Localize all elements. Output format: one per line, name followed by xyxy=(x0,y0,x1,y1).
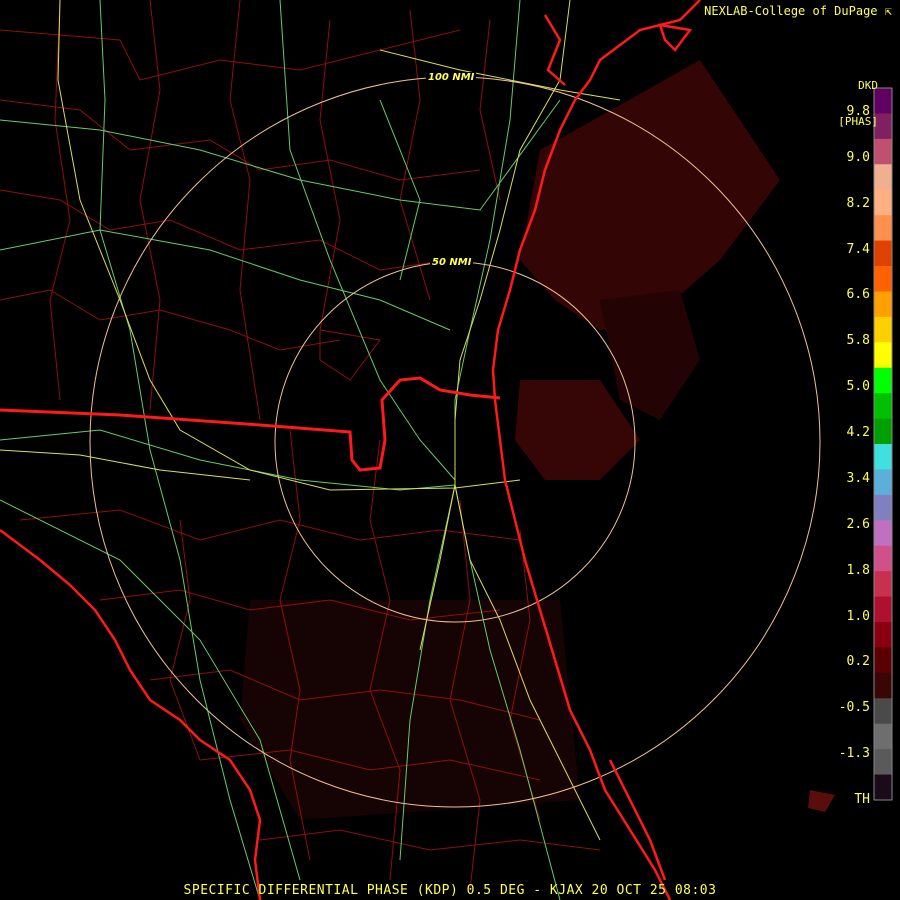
color-scale-tick: 8.2 xyxy=(846,195,870,211)
color-scale-swatch xyxy=(874,469,892,496)
color-scale-tick: 1.8 xyxy=(846,562,870,578)
color-scale-tick: 3.4 xyxy=(846,470,870,486)
product-footer: SPECIFIC DIFFERENTIAL PHASE (KDP) 0.5 DE… xyxy=(183,883,717,898)
color-scale-swatch xyxy=(874,698,892,725)
color-scale-tick: 1.0 xyxy=(846,608,870,624)
product-code-label: DKD xyxy=(858,79,878,92)
color-scale-swatch xyxy=(874,774,892,801)
color-scale-tick: 5.8 xyxy=(846,333,870,349)
color-scale-swatch xyxy=(874,342,892,369)
color-scale-tick: TH xyxy=(854,792,870,807)
color-scale-swatch xyxy=(874,494,892,521)
color-scale-swatch xyxy=(874,723,892,750)
color-scale-swatch xyxy=(874,138,892,165)
color-scale-swatch xyxy=(874,596,892,623)
color-scale-swatch xyxy=(874,672,892,699)
radar-map xyxy=(0,0,900,900)
color-scale-swatch xyxy=(874,164,892,191)
color-scale-tick: 4.2 xyxy=(846,425,870,441)
color-scale-tick: 5.0 xyxy=(846,379,870,395)
color-scale-swatch xyxy=(874,240,892,267)
color-scale-tick: 6.6 xyxy=(846,287,870,303)
range-ring-label-50: 50 NMI xyxy=(430,257,474,268)
credit-label: NEXLAB-College of DuPage ⇱ xyxy=(704,4,892,18)
color-scale-tick: 9.8 xyxy=(846,104,870,119)
color-scale-bar xyxy=(873,87,893,801)
color-scale-swatch xyxy=(874,393,892,420)
color-scale-swatch xyxy=(874,215,892,242)
color-scale-swatch xyxy=(874,571,892,598)
color-scale-labels: 9.8 9.0 8.2 7.4 6.6 5.8 5.0 4.2 3.4 2.6 1.8 1.0 0.2 -… xyxy=(830,104,870,807)
color-scale-swatch xyxy=(874,520,892,547)
corner-arrow-icon: ⇱ xyxy=(884,4,892,18)
color-scale-swatch xyxy=(874,189,892,216)
color-scale-swatch xyxy=(874,316,892,343)
color-scale-tick: 0.2 xyxy=(846,654,870,670)
color-scale-tick: -1.3 xyxy=(838,746,870,762)
color-scale-swatch xyxy=(874,622,892,648)
color-scale-swatch xyxy=(874,291,892,318)
color-scale-tick: 9.0 xyxy=(846,149,870,165)
color-scale-tick: 2.6 xyxy=(846,516,870,532)
range-ring-label-100: 100 NMI xyxy=(426,72,477,83)
color-scale-tick: 7.4 xyxy=(846,241,870,257)
color-scale-swatch xyxy=(874,545,892,572)
color-scale-swatch xyxy=(874,266,892,292)
color-scale-swatch xyxy=(874,647,892,674)
color-scale-tick: -0.5 xyxy=(838,700,870,716)
color-scale-swatch xyxy=(874,418,892,445)
color-scale-swatch xyxy=(874,367,892,394)
color-scale-swatch xyxy=(874,749,892,776)
color-scale-swatch xyxy=(874,444,892,470)
